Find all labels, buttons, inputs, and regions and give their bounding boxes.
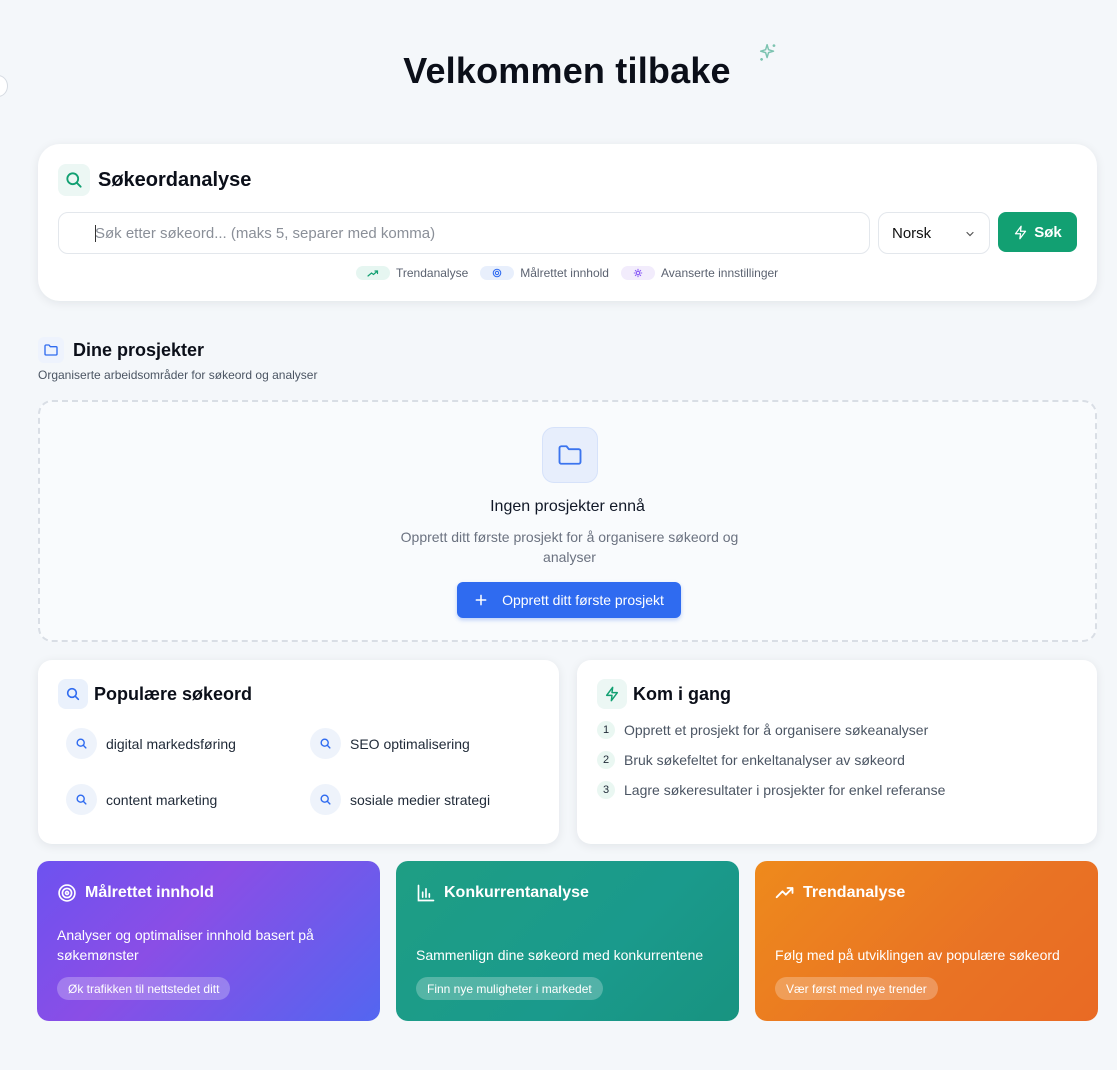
- language-select[interactable]: Norsk: [878, 212, 990, 254]
- feature-hint-label: Trendanalyse: [396, 266, 469, 280]
- get-started-card: Kom i gang 1 Opprett et prosjekt for å o…: [577, 660, 1097, 844]
- feature-card-tag: Øk trafikken til nettstedet ditt: [57, 977, 231, 1000]
- popular-keyword-label: digital markedsføring: [106, 735, 236, 752]
- feature-card-title: Konkurrentanalyse: [444, 884, 589, 901]
- folder-icon: [558, 445, 582, 465]
- search-icon: [66, 687, 80, 701]
- search-button[interactable]: Søk: [998, 212, 1077, 252]
- target-icon: [480, 266, 515, 280]
- feature-hint-settings: Avanserte innstillinger: [620, 266, 779, 280]
- feature-card-tag: Finn nye muligheter i markedet: [416, 977, 603, 1000]
- empty-folder-box: [542, 427, 598, 483]
- language-select-value: Norsk: [892, 224, 932, 242]
- step-label: Bruk søkefeltet for enkeltanalyser av sø…: [624, 752, 905, 768]
- target-icon: [58, 884, 76, 902]
- bar-chart-icon: [417, 884, 435, 902]
- search-icon: [66, 172, 82, 188]
- feature-hint-label: Målrettet innhold: [520, 266, 609, 280]
- feature-card-targeted-content[interactable]: Målrettet innhold Analyser og optimalise…: [37, 861, 380, 1021]
- projects-title: Dine prosjekter: [73, 340, 205, 360]
- popular-keyword-item[interactable]: digital markedsføring: [66, 728, 236, 759]
- folder-icon: [44, 344, 58, 356]
- sparkles-icon: [759, 44, 776, 61]
- popular-keyword-label: SEO optimalisering: [350, 735, 470, 752]
- step-number: 1: [597, 721, 615, 739]
- lightning-icon-box: [597, 679, 627, 709]
- popular-keyword-item[interactable]: content marketing: [66, 784, 217, 815]
- projects-subtitle: Organiserte arbeidsområder for søkeord o…: [38, 368, 318, 382]
- feature-card-description: Sammenlign dine søkeord med konkurrenten…: [416, 947, 704, 963]
- feature-card-tag: Vær først med nye trender: [775, 977, 938, 1000]
- keyword-analysis-title: Søkeordanalyse: [98, 169, 252, 191]
- get-started-step: 1 Opprett et prosjekt for å organisere s…: [597, 721, 928, 739]
- feature-card-trend-analysis[interactable]: Trendanalyse Følg med på utviklingen av …: [755, 861, 1098, 1021]
- folder-icon-box: [38, 337, 64, 363]
- search-icon-box: [58, 679, 88, 709]
- step-number: 2: [597, 751, 615, 769]
- search-icon: [310, 784, 341, 815]
- create-project-label: Opprett ditt første prosjekt: [502, 592, 664, 608]
- get-started-step: 2 Bruk søkefeltet for enkeltanalyser av …: [597, 751, 905, 769]
- search-icon: [66, 784, 97, 815]
- feature-hint-trend: Trendanalyse: [356, 266, 468, 280]
- chevron-down-icon: [966, 231, 974, 237]
- empty-state-description: Opprett ditt første prosjekt for å organ…: [400, 529, 739, 565]
- feature-hint-target: Målrettet innhold: [480, 266, 609, 280]
- feature-card-title: Trendanalyse: [803, 884, 906, 901]
- popular-keywords-card: Populære søkeord digital markedsføring S…: [38, 660, 559, 844]
- page-title: Velkommen tilbake: [403, 50, 731, 91]
- get-started-step: 3 Lagre søkeresultater i prosjekter for …: [597, 781, 945, 799]
- popular-keyword-label: content marketing: [106, 791, 218, 808]
- keyword-search-input[interactable]: [58, 212, 870, 254]
- feature-card-competitor-analysis[interactable]: Konkurrentanalyse Sammenlign dine søkeor…: [396, 861, 739, 1021]
- popular-keyword-label: sosiale medier strategi: [350, 791, 491, 808]
- search-button-label: Søk: [1034, 223, 1062, 241]
- lightning-icon: [1015, 225, 1027, 239]
- create-project-button[interactable]: Opprett ditt første prosjekt: [457, 582, 681, 618]
- lightning-icon: [605, 686, 619, 702]
- plus-icon: [475, 594, 487, 606]
- projects-empty-state: Ingen prosjekter ennå Opprett ditt først…: [38, 400, 1097, 642]
- feature-card-title: Målrettet innhold: [85, 884, 214, 901]
- empty-state-title: Ingen prosjekter ennå: [490, 498, 645, 515]
- search-icon: [66, 728, 97, 759]
- get-started-title: Kom i gang: [633, 684, 731, 704]
- trend-icon: [356, 266, 390, 280]
- keyword-analysis-card: Søkeordanalyse Norsk Søk Trendanalyse Må…: [38, 144, 1097, 301]
- step-label: Opprett et prosjekt for å organisere søk…: [624, 722, 929, 738]
- step-number: 3: [597, 781, 615, 799]
- step-label: Lagre søkeresultater i prosjekter for en…: [624, 782, 946, 798]
- feature-hints: Trendanalyse Målrettet innhold Avanserte…: [356, 266, 790, 280]
- feature-card-description: Analyser og optimaliser innhold basert p…: [57, 927, 314, 963]
- feature-card-description: Følg med på utviklingen av populære søke…: [775, 947, 1060, 963]
- search-icon: [310, 728, 341, 759]
- feature-hint-label: Avanserte innstillinger: [660, 266, 779, 280]
- popular-keyword-item[interactable]: SEO optimalisering: [310, 728, 470, 759]
- popular-keywords-title: Populære søkeord: [94, 684, 253, 704]
- trending-up-icon: [775, 887, 794, 899]
- popular-keyword-item[interactable]: sosiale medier strategi: [310, 784, 490, 815]
- text-caret: [95, 225, 96, 242]
- search-icon-box: [58, 164, 90, 196]
- settings-icon: [620, 266, 655, 280]
